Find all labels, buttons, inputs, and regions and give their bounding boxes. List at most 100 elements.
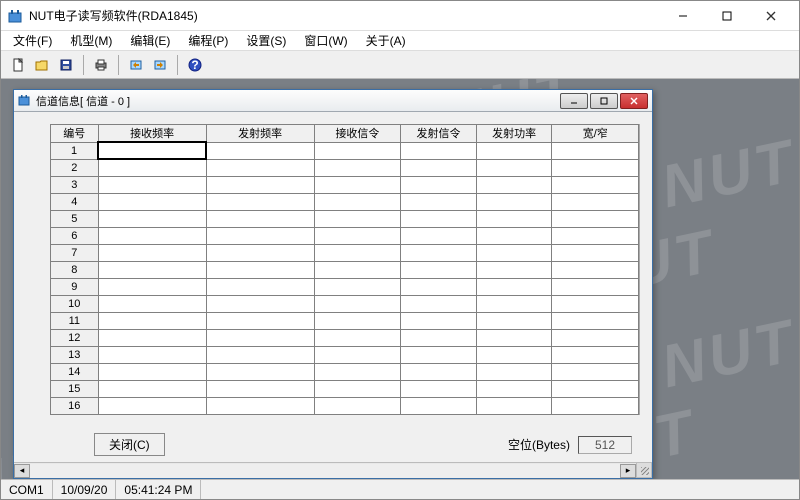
table-row[interactable]: 1 bbox=[51, 142, 639, 159]
table-cell[interactable] bbox=[476, 159, 552, 176]
row-number-cell[interactable]: 2 bbox=[51, 159, 99, 176]
col-wide-narrow[interactable]: 宽/窄 bbox=[552, 125, 639, 143]
row-number-cell[interactable]: 1 bbox=[51, 142, 99, 159]
table-cell[interactable] bbox=[206, 346, 314, 363]
table-cell[interactable] bbox=[552, 210, 639, 227]
table-cell[interactable] bbox=[206, 261, 314, 278]
menu-window[interactable]: 窗口(W) bbox=[296, 30, 355, 51]
row-number-cell[interactable]: 4 bbox=[51, 193, 99, 210]
row-number-cell[interactable]: 15 bbox=[51, 380, 99, 397]
table-cell[interactable] bbox=[98, 210, 206, 227]
table-row[interactable]: 16 bbox=[51, 397, 639, 414]
row-number-cell[interactable]: 12 bbox=[51, 329, 99, 346]
table-row[interactable]: 11 bbox=[51, 312, 639, 329]
row-number-cell[interactable]: 13 bbox=[51, 346, 99, 363]
table-cell[interactable] bbox=[206, 295, 314, 312]
col-tx-power[interactable]: 发射功率 bbox=[476, 125, 552, 143]
table-cell[interactable] bbox=[401, 227, 477, 244]
table-row[interactable]: 13 bbox=[51, 346, 639, 363]
table-cell[interactable] bbox=[206, 380, 314, 397]
table-cell[interactable] bbox=[552, 278, 639, 295]
table-cell[interactable] bbox=[552, 363, 639, 380]
row-number-cell[interactable]: 10 bbox=[51, 295, 99, 312]
child-minimize-button[interactable] bbox=[560, 93, 588, 109]
table-cell[interactable] bbox=[314, 295, 400, 312]
table-row[interactable]: 6 bbox=[51, 227, 639, 244]
table-cell[interactable] bbox=[314, 363, 400, 380]
table-cell[interactable] bbox=[98, 363, 206, 380]
table-cell[interactable] bbox=[206, 193, 314, 210]
table-cell[interactable] bbox=[552, 397, 639, 414]
table-cell[interactable] bbox=[401, 397, 477, 414]
table-cell[interactable] bbox=[552, 193, 639, 210]
table-cell[interactable] bbox=[401, 295, 477, 312]
row-number-cell[interactable]: 14 bbox=[51, 363, 99, 380]
table-cell[interactable] bbox=[206, 278, 314, 295]
row-number-cell[interactable]: 5 bbox=[51, 210, 99, 227]
table-cell[interactable] bbox=[401, 278, 477, 295]
table-row[interactable]: 3 bbox=[51, 176, 639, 193]
table-cell[interactable] bbox=[552, 244, 639, 261]
table-cell[interactable] bbox=[476, 142, 552, 159]
col-rx-freq[interactable]: 接收频率 bbox=[98, 125, 206, 143]
table-cell[interactable] bbox=[476, 210, 552, 227]
scroll-left-icon[interactable]: ◂ bbox=[14, 464, 30, 478]
minimize-button[interactable] bbox=[661, 2, 705, 30]
table-cell[interactable] bbox=[314, 278, 400, 295]
table-cell[interactable] bbox=[401, 346, 477, 363]
table-cell[interactable] bbox=[98, 329, 206, 346]
table-cell[interactable] bbox=[314, 312, 400, 329]
table-cell[interactable] bbox=[98, 176, 206, 193]
resize-grip-icon[interactable] bbox=[636, 462, 652, 478]
child-close-button[interactable] bbox=[620, 93, 648, 109]
read-icon[interactable] bbox=[125, 54, 147, 76]
close-button[interactable] bbox=[749, 2, 793, 30]
table-cell[interactable] bbox=[206, 210, 314, 227]
table-cell[interactable] bbox=[314, 397, 400, 414]
table-cell[interactable] bbox=[552, 346, 639, 363]
row-number-cell[interactable]: 11 bbox=[51, 312, 99, 329]
table-cell[interactable] bbox=[401, 159, 477, 176]
table-cell[interactable] bbox=[476, 295, 552, 312]
table-cell[interactable] bbox=[98, 193, 206, 210]
table-row[interactable]: 9 bbox=[51, 278, 639, 295]
table-cell[interactable] bbox=[206, 329, 314, 346]
write-icon[interactable] bbox=[149, 54, 171, 76]
table-cell[interactable] bbox=[552, 380, 639, 397]
table-cell[interactable] bbox=[98, 295, 206, 312]
table-cell[interactable] bbox=[552, 159, 639, 176]
table-cell[interactable] bbox=[314, 159, 400, 176]
table-cell[interactable] bbox=[98, 142, 206, 159]
row-number-cell[interactable]: 3 bbox=[51, 176, 99, 193]
table-row[interactable]: 7 bbox=[51, 244, 639, 261]
table-cell[interactable] bbox=[476, 397, 552, 414]
scroll-right-icon[interactable]: ▸ bbox=[620, 464, 636, 478]
table-cell[interactable] bbox=[314, 176, 400, 193]
row-number-cell[interactable]: 16 bbox=[51, 397, 99, 414]
menu-model[interactable]: 机型(M) bbox=[62, 30, 120, 51]
menu-program[interactable]: 编程(P) bbox=[180, 30, 236, 51]
table-cell[interactable] bbox=[552, 312, 639, 329]
menu-edit[interactable]: 编辑(E) bbox=[122, 30, 178, 51]
table-cell[interactable] bbox=[98, 227, 206, 244]
table-cell[interactable] bbox=[206, 244, 314, 261]
table-cell[interactable] bbox=[98, 261, 206, 278]
table-cell[interactable] bbox=[314, 244, 400, 261]
table-cell[interactable] bbox=[476, 227, 552, 244]
table-cell[interactable] bbox=[206, 142, 314, 159]
maximize-button[interactable] bbox=[705, 2, 749, 30]
table-cell[interactable] bbox=[314, 380, 400, 397]
table-cell[interactable] bbox=[314, 210, 400, 227]
menu-file[interactable]: 文件(F) bbox=[5, 30, 60, 51]
save-icon[interactable] bbox=[55, 54, 77, 76]
table-row[interactable]: 8 bbox=[51, 261, 639, 278]
table-cell[interactable] bbox=[552, 176, 639, 193]
table-cell[interactable] bbox=[314, 329, 400, 346]
table-cell[interactable] bbox=[476, 261, 552, 278]
table-cell[interactable] bbox=[476, 329, 552, 346]
table-cell[interactable] bbox=[206, 159, 314, 176]
row-number-cell[interactable]: 7 bbox=[51, 244, 99, 261]
col-number[interactable]: 编号 bbox=[51, 125, 99, 143]
col-rx-signal[interactable]: 接收信令 bbox=[314, 125, 400, 143]
table-cell[interactable] bbox=[476, 380, 552, 397]
